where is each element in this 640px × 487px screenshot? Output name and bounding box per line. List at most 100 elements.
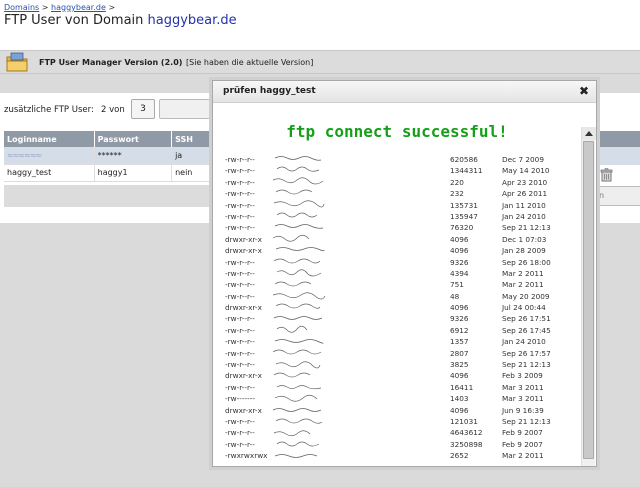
save-button[interactable]: n: [594, 186, 640, 206]
listing-size: 16411: [450, 382, 474, 392]
listing-permissions: -rw-r--r--: [225, 314, 255, 324]
listing-date: Jul 24 00:44: [502, 303, 546, 313]
table-row-actions: [597, 147, 640, 165]
listing-permissions: -rw-r--r--: [225, 155, 255, 164]
column-header-loginname[interactable]: Loginname: [4, 131, 95, 147]
listing-date: Jan 24 2010: [502, 337, 546, 347]
extra-users-max-badge: 3: [131, 99, 155, 119]
scroll-thumb[interactable]: [583, 141, 594, 459]
redacted-filenames-image: [272, 156, 326, 458]
listing-permissions: -rw-r--r--: [225, 291, 255, 301]
listing-date: Dec 1 07:03: [502, 234, 547, 244]
listing-permissions: -rwxrwxrwx: [225, 451, 268, 461]
listing-date: Apr 23 2010: [502, 177, 548, 187]
listing-permissions: -rw-r--r--: [225, 211, 255, 221]
breadcrumb-separator: >: [41, 3, 49, 12]
listing-permissions: drwxr-xr-x: [225, 234, 262, 244]
page-title-prefix: FTP User von Domain: [4, 13, 144, 28]
cell-password: haggy1: [94, 164, 173, 182]
dialog-scrollbar[interactable]: [581, 127, 596, 466]
breadcrumb-domains-link[interactable]: Domains: [4, 3, 39, 12]
listing-size: 4394: [450, 268, 469, 278]
listing-size: 4096: [450, 246, 469, 256]
listing-permissions: -rw-r--r--: [225, 382, 255, 392]
listing-date: Apr 26 2011: [502, 189, 548, 199]
table-footer: [4, 185, 212, 207]
listing-permissions: -rw-r--r--: [225, 189, 255, 199]
listing-size: 4096: [450, 405, 469, 415]
ftp-check-dialog: prüfen haggy_test ✖ ftp connect successf…: [212, 80, 597, 467]
listing-permissions: -rw-r--r--: [225, 200, 255, 210]
page-title: FTP User von Domain haggybear.de: [4, 13, 237, 28]
listing-size: 76320: [450, 223, 474, 233]
listing-size: 2807: [450, 348, 469, 358]
listing-date: Mar 3 2011: [502, 382, 544, 392]
trash-icon[interactable]: [600, 168, 613, 182]
manager-version-label: FTP User Manager Version (2.0): [39, 58, 183, 67]
extra-users-count: 2 von: [101, 105, 125, 115]
listing-permissions: -rw-r--r--: [225, 337, 255, 347]
listing-date: Sep 26 18:00: [502, 257, 551, 267]
listing-permissions: -rw-r--r--: [225, 177, 255, 187]
dialog-header[interactable]: prüfen haggy_test ✖: [213, 81, 596, 103]
listing-date: Jan 11 2010: [502, 200, 546, 210]
listing-date: Mar 3 2011: [502, 394, 544, 404]
listing-size: 1357: [450, 337, 469, 347]
listing-size: 1403: [450, 394, 469, 404]
table-row[interactable]: ≈≈≈≈≈≈ ****** ja: [4, 147, 212, 165]
listing-size: 4096: [450, 234, 469, 244]
listing-date: Feb 9 2007: [502, 428, 543, 438]
listing-size: 121031: [450, 416, 478, 426]
scroll-up-icon[interactable]: [582, 127, 596, 140]
extra-users-label: zusätzliche FTP User:: [4, 105, 94, 115]
close-icon[interactable]: ✖: [577, 84, 591, 98]
cell-password: ******: [94, 147, 173, 165]
listing-date: Jan 24 2010: [502, 211, 546, 221]
listing-permissions: drwxr-xr-x: [225, 303, 262, 313]
cell-login: ≈≈≈≈≈≈: [4, 147, 95, 165]
listing-date: Mar 2 2011: [502, 280, 544, 290]
dialog-body: ftp connect successful! -rw-r--r-- 620586…: [213, 104, 596, 466]
listing-date: Mar 2 2011: [502, 451, 544, 461]
table-row[interactable]: haggy_test haggy1 nein: [4, 164, 212, 182]
listing-permissions: -rw-------: [225, 394, 256, 404]
listing-permissions: -rw-r--r--: [225, 268, 255, 278]
listing-permissions: -rw-r--r--: [225, 257, 255, 267]
listing-size: 3250898: [450, 439, 483, 449]
breadcrumb-domain-link[interactable]: haggybear.de: [51, 3, 106, 12]
add-user-button[interactable]: [159, 99, 219, 119]
listing-date: Sep 21 12:13: [502, 416, 551, 426]
listing-date: Jun 9 16:39: [502, 405, 544, 415]
listing-permissions: -rw-r--r--: [225, 428, 255, 438]
column-header-ssh[interactable]: SSH: [171, 131, 212, 147]
listing-permissions: -rw-r--r--: [225, 325, 255, 335]
listing-permissions: -rw-r--r--: [225, 348, 255, 358]
listing-date: May 20 2009: [502, 291, 550, 301]
manager-version-note: [Sie haben die aktuelle Version]: [186, 58, 314, 67]
cell-login: haggy_test: [4, 164, 95, 182]
success-message: ftp connect successful!: [286, 122, 508, 141]
listing-size: 9326: [450, 314, 469, 324]
breadcrumb-separator: >: [108, 3, 116, 12]
column-header-passwort[interactable]: Passwort: [94, 131, 173, 147]
listing-size: 751: [450, 280, 464, 290]
listing-size: 48: [450, 291, 460, 301]
listing-permissions: -rw-r--r--: [225, 223, 255, 233]
listing-date: Dec 7 2009: [502, 155, 544, 164]
listing-size: 135731: [450, 200, 478, 210]
listing-permissions: -rw-r--r--: [225, 166, 255, 176]
cell-ssh: nein: [171, 164, 212, 182]
listing-size: 620586: [450, 155, 478, 164]
listing-date: Feb 3 2009: [502, 371, 543, 381]
listing-size: 9326: [450, 257, 469, 267]
breadcrumb: Domains > haggybear.de >: [4, 3, 115, 12]
listing-date: Jan 28 2009: [502, 246, 546, 256]
listing-size: 1344311: [450, 166, 483, 176]
listing-permissions: -rw-r--r--: [225, 280, 255, 290]
listing-permissions: -rw-r--r--: [225, 416, 255, 426]
listing-date: Feb 9 2007: [502, 439, 543, 449]
listing-date: May 14 2010: [502, 166, 550, 176]
listing-size: 4096: [450, 303, 469, 313]
listing-size: 6912: [450, 325, 469, 335]
listing-size: 220: [450, 177, 464, 187]
